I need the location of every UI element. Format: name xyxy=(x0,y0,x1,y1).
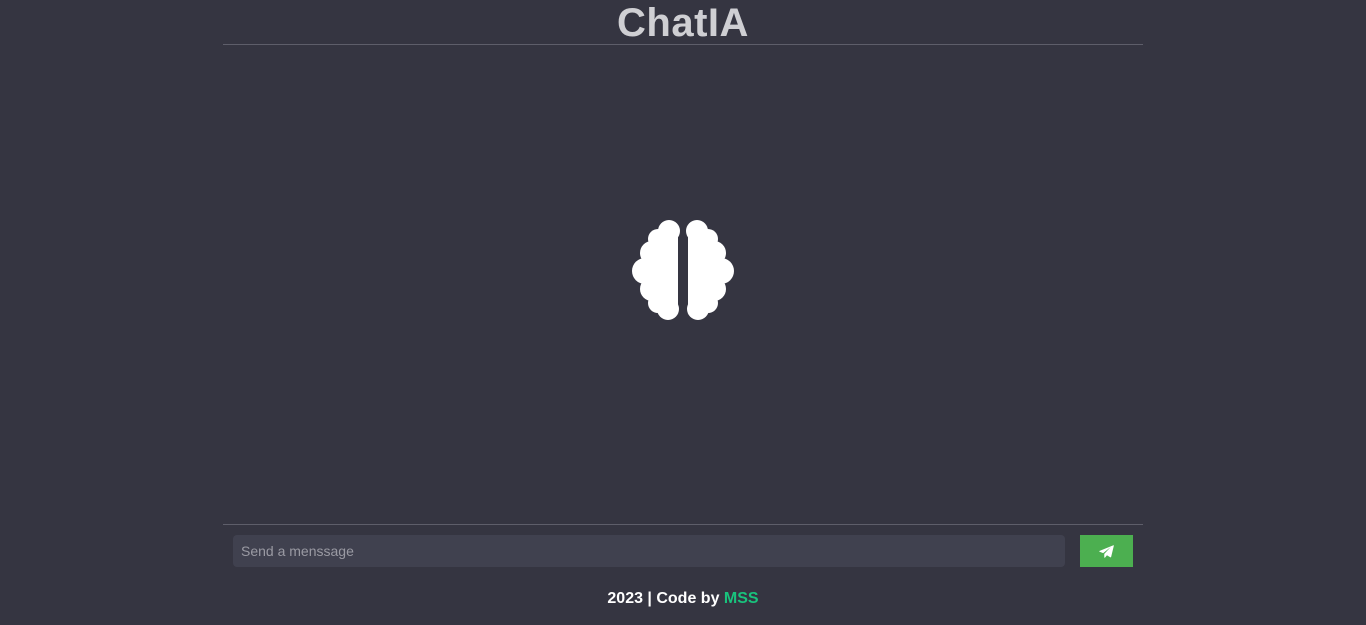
main-container: ChatIA Send a menssage 2023 | Code by MS… xyxy=(223,0,1143,625)
brain-icon xyxy=(632,220,734,320)
header: ChatIA xyxy=(223,0,1143,45)
message-input[interactable] xyxy=(233,535,1065,567)
page-title: ChatIA xyxy=(617,1,749,45)
chat-area xyxy=(223,45,1143,524)
author-link[interactable]: MSS xyxy=(724,590,759,607)
paper-plane-icon xyxy=(1099,544,1114,558)
send-button[interactable] xyxy=(1080,535,1133,567)
chat-app: ChatIA Send a menssage 2023 | Code by MS… xyxy=(0,0,1366,625)
footer-text: 2023 | Code by xyxy=(607,590,724,607)
footer: 2023 | Code by MSS xyxy=(223,590,1143,608)
composer xyxy=(223,524,1143,580)
